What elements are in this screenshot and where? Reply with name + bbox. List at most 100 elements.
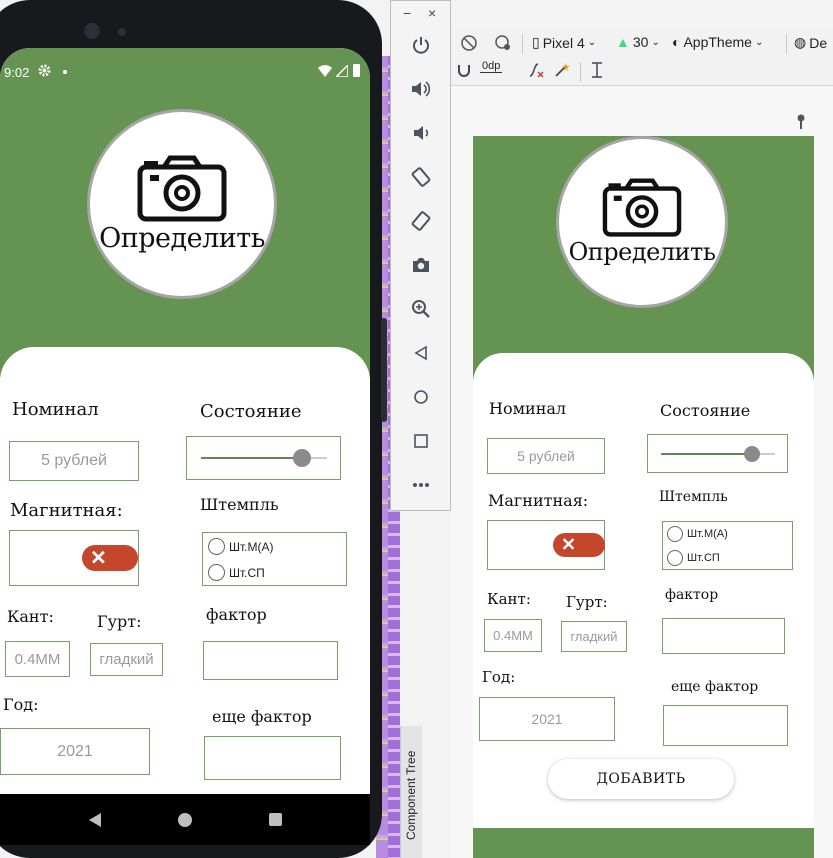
stamp-option-label: Шт.М(А) [229,539,274,554]
factor-field[interactable] [203,641,338,680]
more-icon[interactable] [407,471,435,499]
detect-circle-button[interactable]: Определить [87,109,277,299]
battery-icon [353,64,360,77]
year-label: Год: [3,695,39,714]
magnetic-switch-box: ✕ [9,530,139,586]
proximity-sensor [118,28,126,36]
zoom-icon[interactable] [407,295,435,323]
radio-circle-icon [667,550,683,566]
radio-circle-icon [208,564,225,581]
clear-constraints-icon[interactable] [528,62,544,78]
stamp-option-label: Шт.М(А) [687,528,728,540]
phone-screen: 9:02 Определить Номинал 5 рублей Состоян… [0,48,370,845]
edge-value: 0.4ММ [14,650,61,668]
stamp-option-sp[interactable]: Шт.СП [667,550,720,566]
power-icon[interactable] [407,31,435,59]
factor-field[interactable] [662,618,785,654]
radio-circle-icon [208,538,225,555]
wifi-icon [318,65,332,80]
form-card: Номинал 5 рублей Состояние Магнитная: ✕ … [0,347,370,807]
nominal-value: 5 рублей [517,448,575,464]
nominal-field[interactable]: 5 рублей [9,441,139,481]
navigation-bar [0,794,370,845]
phone-icon: ▯ [532,34,540,50]
camera-icon [137,155,227,221]
api-selector[interactable]: ▲ 30 ⌄ [616,34,660,50]
chevron-down-icon: ⌄ [651,36,660,48]
locale-selector[interactable]: ◍ De [794,34,827,51]
volume-down-icon[interactable] [407,119,435,147]
nominal-value: 5 рублей [41,452,107,469]
rim-value: гладкий [570,629,618,644]
stamp-option-ma[interactable]: Шт.М(А) [667,526,728,542]
nav-home-icon[interactable] [177,812,192,827]
extra-factor-field[interactable] [204,736,341,780]
locale-name: De [809,34,828,51]
preview-detect-circle[interactable]: Определить [556,136,728,308]
rim-label: Гурт: [97,612,142,631]
stamp-option-sp[interactable]: Шт.СП [208,564,265,581]
rim-value: гладкий [99,651,154,668]
nominal-label: Номинал [12,399,99,420]
extra-factor-field[interactable] [663,705,788,746]
theme-name: AppTheme [683,34,752,50]
volume-up-icon[interactable] [407,75,435,103]
night-mode-icon[interactable] [494,34,512,52]
margin-field[interactable]: 0dp [480,60,503,73]
guidelines-icon[interactable] [590,62,604,78]
infer-constraints-icon[interactable] [554,62,570,78]
device-name: Pixel 4 [542,34,585,51]
stamp-label: Штемпль [200,495,279,514]
magnetic-toggle[interactable]: ✕ [553,533,605,557]
wrench-icon[interactable] [795,114,807,135]
rotate-left-icon[interactable] [407,163,435,191]
factor-label: фактор [665,587,719,603]
overview-icon[interactable] [407,427,435,455]
screenshot-icon[interactable] [407,251,435,279]
nav-recent-icon[interactable] [268,813,282,826]
rotate-right-icon[interactable] [407,207,435,235]
globe-icon: ◍ [794,34,807,50]
extra-factor-label: еще фактор [671,679,759,695]
settings-gear-icon [38,64,51,80]
stamp-option-ma[interactable]: Шт.М(А) [208,538,274,555]
state-slider-thumb[interactable] [744,446,760,462]
edge-value: 0.4ММ [493,628,533,643]
nominal-field[interactable]: 5 рублей [487,438,605,474]
add-button[interactable]: ДОБАВИТЬ [548,759,734,799]
nominal-label: Номинал [489,399,567,418]
state-slider-thumb[interactable] [293,449,311,467]
orientation-icon[interactable] [460,34,478,52]
rim-field[interactable]: гладкий [561,621,627,652]
nav-back-icon[interactable] [88,812,101,827]
detect-label: Определить [568,238,716,266]
notification-dot-icon [63,70,67,74]
minimize-button[interactable]: − [403,5,411,21]
magnet-icon[interactable] [456,62,472,78]
theme-selector[interactable]: ◐ AppTheme ⌄ [672,34,763,50]
year-value: 2021 [531,711,563,727]
home-icon[interactable] [407,383,435,411]
api-level: 30 [632,34,649,50]
stamp-radio-group: Шт.М(А) Шт.СП [202,532,347,586]
preview-form-card: Номинал 5 рублей Состояние Магнитная: ✕ … [473,353,814,828]
magnetic-toggle[interactable]: ✕ [82,545,138,571]
stamp-option-label: Шт.СП [229,565,265,580]
android-icon: ▲ [616,34,630,50]
close-button[interactable]: × [428,5,436,21]
year-field[interactable]: 2021 [479,697,615,741]
state-slider-box [647,434,788,473]
magnetic-label: Магнитная: [10,500,123,521]
edge-label: Кант: [487,590,531,608]
stamp-label: Штемпль [659,489,728,505]
preview-footer [473,828,814,858]
status-bar: 9:02 [0,48,370,96]
device-selector[interactable]: ▯ Pixel 4 ⌄ [532,34,596,51]
edge-field[interactable]: 0.4ММ [484,619,542,652]
rim-field[interactable]: гладкий [90,643,163,676]
back-icon[interactable] [407,339,435,367]
camera-icon [602,178,682,237]
edge-field[interactable]: 0.4ММ [5,641,70,677]
year-field[interactable]: 2021 [0,728,150,775]
magnetic-switch-box: ✕ [487,520,605,570]
